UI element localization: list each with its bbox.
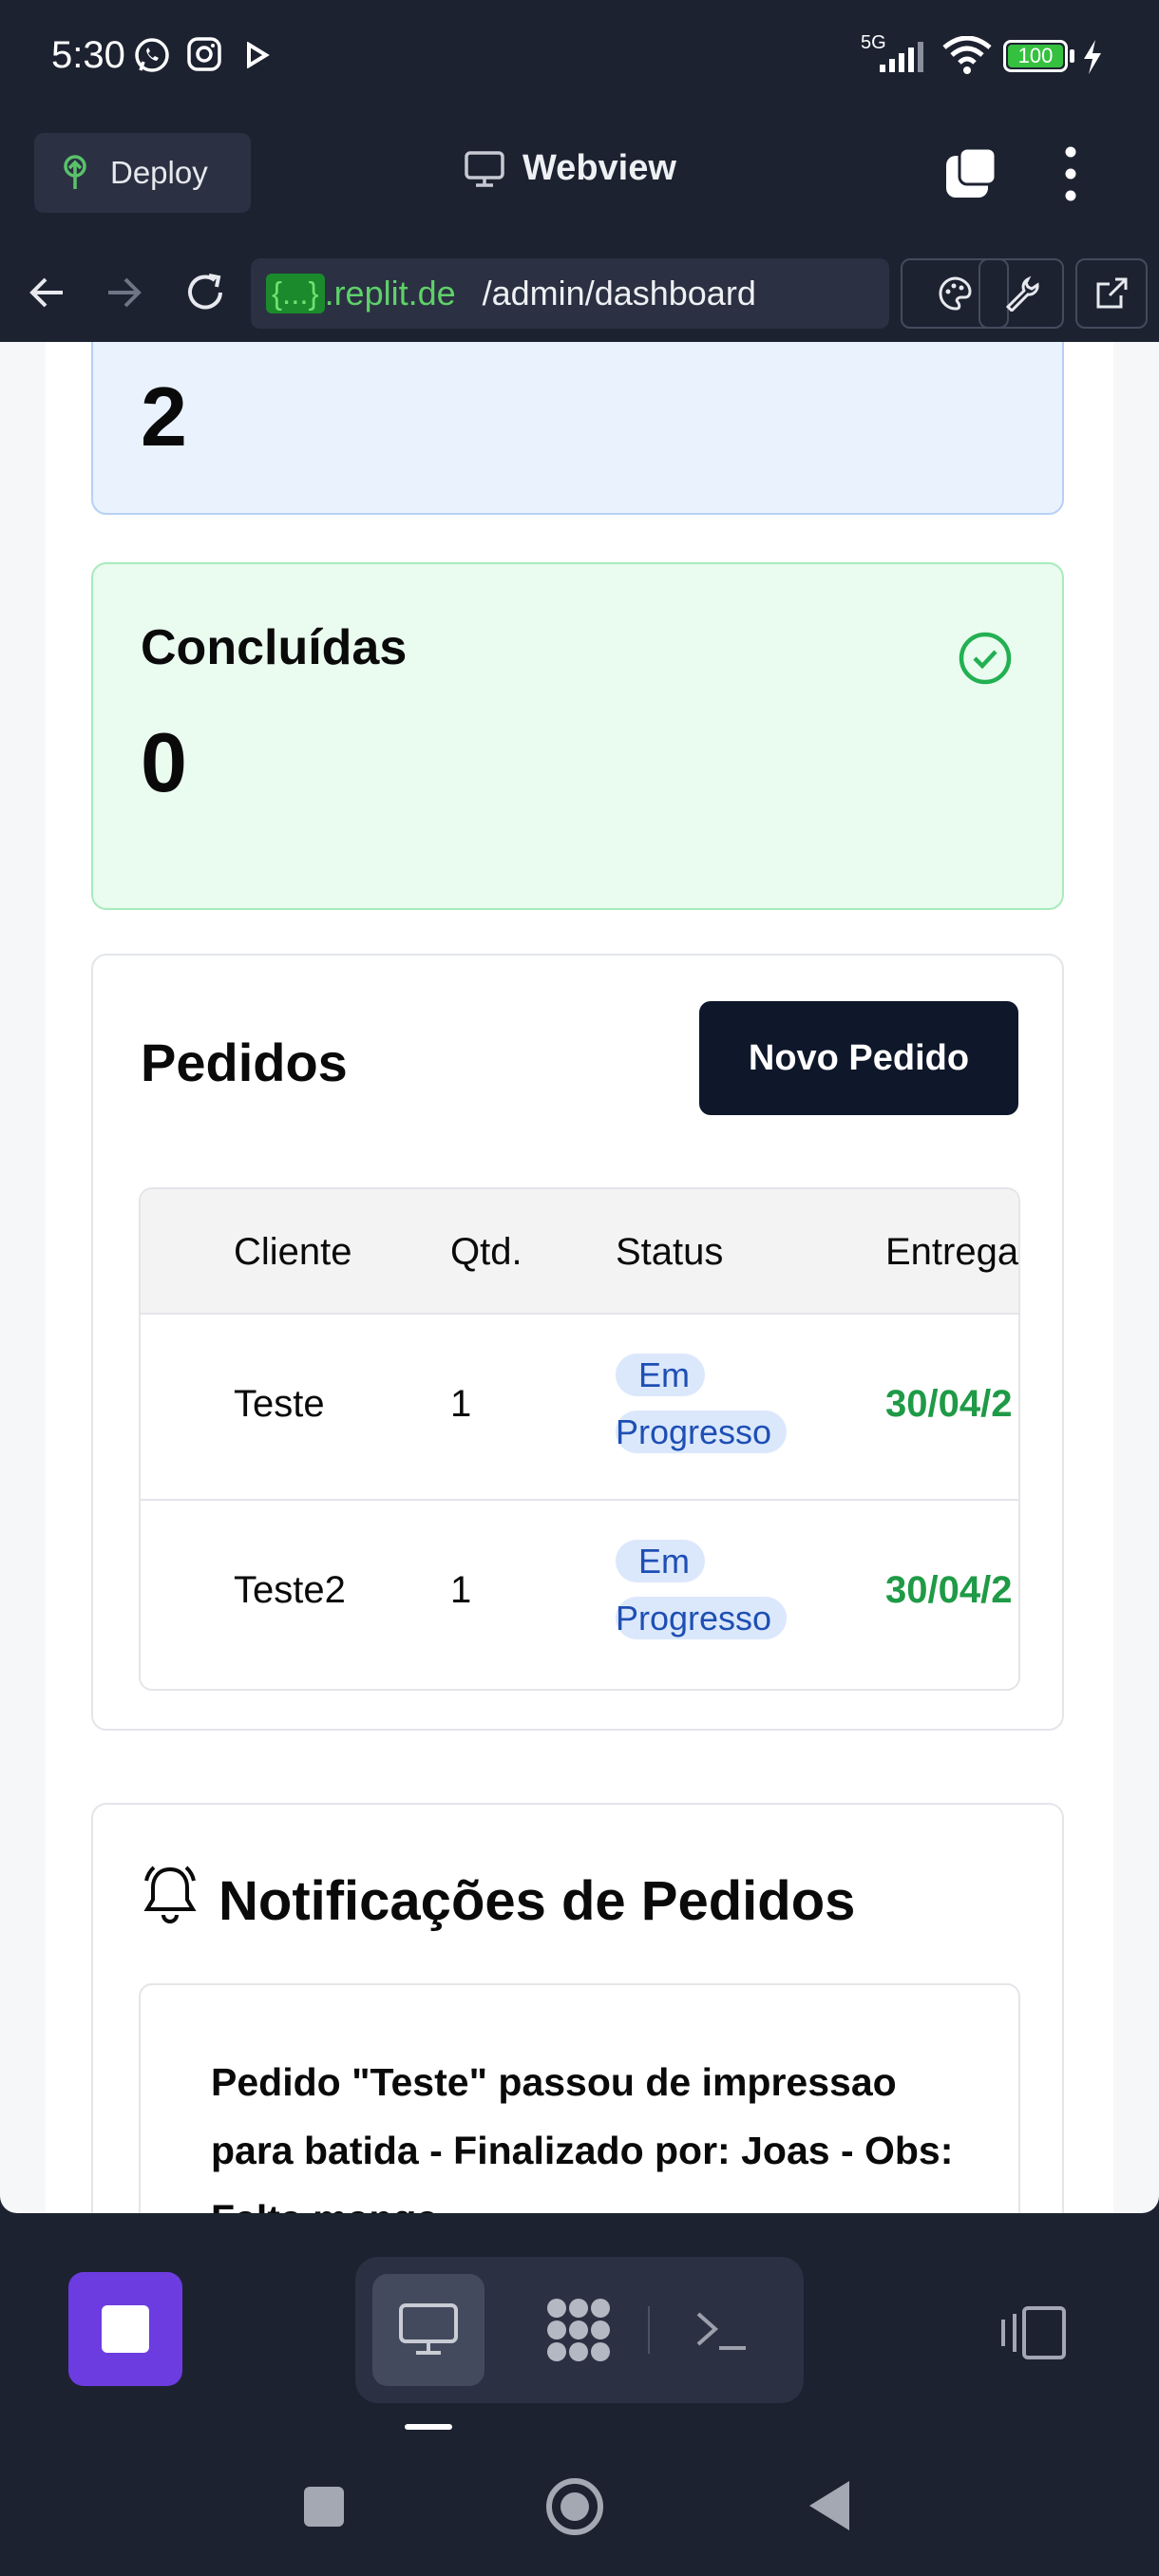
table-row[interactable]: Teste2 1 Em Progresso 30/04/2 bbox=[141, 1501, 1018, 1687]
stat-pending-value: 2 bbox=[141, 369, 187, 464]
url-repl-badge: {...} bbox=[266, 274, 325, 313]
status-badge: Em Progresso bbox=[616, 1533, 798, 1647]
palette-icon bbox=[939, 276, 972, 311]
terminal-icon bbox=[696, 2312, 746, 2350]
reload-icon[interactable] bbox=[179, 266, 232, 319]
status-line-2: Progresso bbox=[616, 1597, 788, 1639]
stop-icon bbox=[102, 2305, 149, 2353]
open-external-button[interactable] bbox=[1075, 258, 1148, 329]
deploy-icon bbox=[64, 155, 86, 189]
column-header[interactable]: Cliente bbox=[234, 1231, 352, 1274]
check-circle-icon bbox=[959, 632, 1012, 685]
url-domain: .replit.de bbox=[324, 274, 456, 313]
home-icon[interactable] bbox=[543, 2475, 606, 2538]
status-line-2: Progresso bbox=[616, 1411, 788, 1453]
status-line-1: Em bbox=[616, 1540, 705, 1582]
webview-mode-button[interactable] bbox=[372, 2274, 484, 2386]
battery-tip bbox=[1070, 49, 1074, 63]
app-header: Deploy Webview bbox=[0, 120, 1159, 243]
stat-done-label: Concluídas bbox=[141, 620, 408, 675]
grid-dots-icon bbox=[547, 2299, 610, 2361]
deploy-label: Deploy bbox=[110, 155, 208, 190]
orders-title: Pedidos bbox=[141, 1032, 348, 1092]
cell-entrega: 30/04/2 bbox=[885, 1569, 1013, 1611]
bottom-toolbar bbox=[0, 2213, 1159, 2441]
system-navigation-bar bbox=[0, 2441, 1159, 2576]
stat-card-pending: 2 bbox=[91, 342, 1064, 515]
view-mode-switch bbox=[355, 2257, 804, 2403]
battery-icon: 100 bbox=[1003, 40, 1068, 72]
cell-cliente: Teste bbox=[234, 1383, 325, 1425]
back-icon[interactable] bbox=[21, 266, 74, 319]
table-header: Cliente Qtd. Status Entrega bbox=[141, 1189, 1018, 1315]
recents-icon[interactable] bbox=[302, 2485, 346, 2529]
forward-icon[interactable] bbox=[97, 266, 150, 319]
battery-level: 100 bbox=[1008, 44, 1063, 67]
webview-tab-title: Webview bbox=[464, 148, 676, 189]
tools-mode-button[interactable] bbox=[522, 2274, 635, 2386]
whatsapp-icon bbox=[135, 38, 169, 72]
stat-card-done: Concluídas 0 bbox=[91, 562, 1064, 910]
webview-title: Webview bbox=[522, 148, 676, 188]
dashboard-page: 2 Concluídas 0 Pedidos Novo Pedido Clien… bbox=[46, 342, 1113, 2213]
monitor-icon bbox=[399, 2303, 458, 2355]
stat-done-value: 0 bbox=[141, 715, 187, 809]
wifi-icon bbox=[942, 36, 992, 74]
column-header[interactable]: Entrega bbox=[885, 1231, 1018, 1274]
status-badge: Em Progresso bbox=[616, 1347, 798, 1461]
table-row[interactable]: Teste 1 Em Progresso 30/04/2 bbox=[141, 1315, 1018, 1501]
column-header[interactable]: Status bbox=[616, 1231, 723, 1274]
bell-icon bbox=[143, 1866, 197, 1923]
orders-table[interactable]: Cliente Qtd. Status Entrega Teste 1 Em Pr… bbox=[139, 1187, 1020, 1691]
notifications-card: Notificações de Pedidos Pedido "Teste" p… bbox=[91, 1803, 1064, 2213]
external-link-icon bbox=[1096, 277, 1128, 309]
instagram-icon bbox=[187, 37, 221, 71]
back-nav-icon[interactable] bbox=[808, 2479, 851, 2532]
charging-icon bbox=[1084, 40, 1101, 74]
status-time: 5:30 bbox=[51, 34, 125, 76]
url-bar: {...} .replit.de /admin/dashboard bbox=[0, 243, 1159, 342]
shell-mode-button[interactable] bbox=[665, 2274, 777, 2386]
tabs-icon[interactable] bbox=[942, 146, 999, 201]
cell-entrega: 30/04/2 bbox=[885, 1383, 1013, 1425]
drag-handle[interactable] bbox=[405, 2424, 452, 2430]
play-icon bbox=[247, 42, 270, 68]
column-header[interactable]: Qtd. bbox=[450, 1231, 522, 1274]
devtools-button[interactable] bbox=[978, 258, 1064, 329]
new-order-button[interactable]: Novo Pedido bbox=[699, 1001, 1018, 1115]
wrench-icon bbox=[1005, 275, 1039, 312]
url-input[interactable]: {...} .replit.de /admin/dashboard bbox=[251, 258, 889, 329]
cell-qtd: 1 bbox=[450, 1383, 472, 1425]
webview-content: 2 Concluídas 0 Pedidos Novo Pedido Clien… bbox=[0, 342, 1159, 2213]
layout-toggle-icon[interactable] bbox=[999, 2304, 1068, 2361]
deploy-button[interactable]: Deploy bbox=[34, 133, 251, 213]
notification-text: Pedido "Teste" passou de impressao para … bbox=[211, 2060, 954, 2213]
status-line-1: Em bbox=[616, 1354, 705, 1396]
divider bbox=[648, 2306, 650, 2354]
url-path: /admin/dashboard bbox=[482, 274, 756, 313]
notifications-title: Notificações de Pedidos bbox=[218, 1870, 856, 1932]
cell-cliente: Teste2 bbox=[234, 1569, 346, 1611]
signal-icon bbox=[880, 42, 923, 72]
cell-qtd: 1 bbox=[450, 1569, 472, 1611]
more-options-icon[interactable] bbox=[1056, 144, 1085, 203]
notification-item[interactable]: Pedido "Teste" passou de impressao para … bbox=[139, 1983, 1020, 2213]
monitor-icon bbox=[465, 150, 504, 187]
status-bar: 5:30 5G 100 bbox=[0, 0, 1159, 120]
stop-button[interactable] bbox=[68, 2272, 182, 2386]
orders-card: Pedidos Novo Pedido Cliente Qtd. Status … bbox=[91, 954, 1064, 1731]
